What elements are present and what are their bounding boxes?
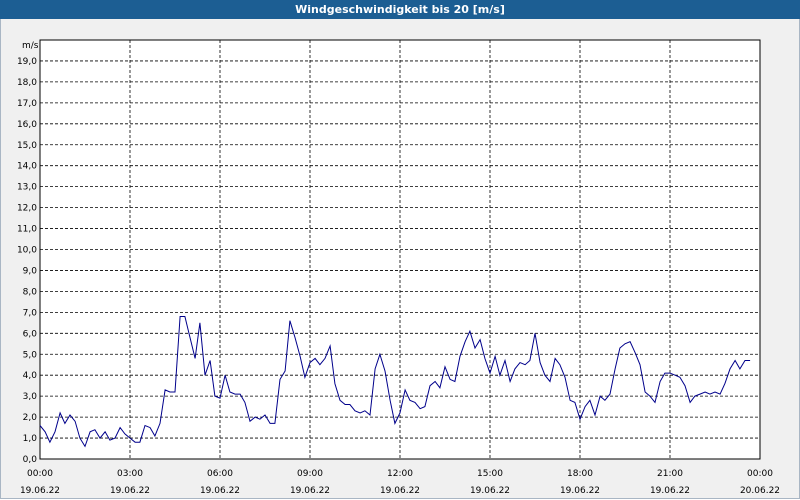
x-tick-time-label: 18:00 [567,469,593,479]
x-tick-labels: 00:00 19.06.22 03:00 19.06.22 06:00 19.06.22 0… [20,469,780,496]
y-tick-label: 9,0 [23,266,38,276]
x-tick-date-label: 19.06.22 [560,486,600,496]
wind-speed-chart: 0,0 1,0 2,0 3,0 4,0 5,0 6,0 7,0 8,0 9,0 10,0 11,0 12… [17,39,780,496]
y-tick-label: 11,0 [17,225,37,235]
x-tick-date-label: 19.06.22 [110,486,150,496]
x-tick-date-label: 19.06.22 [200,486,240,496]
y-tick-label: 0,0 [23,455,38,465]
x-tick-time-label: 21:00 [657,469,683,479]
x-tick-date-label: 19.06.22 [380,486,420,496]
x-tick-time-label: 12:00 [387,469,413,479]
y-tick-label: 19,0 [17,57,37,67]
y-tick-label: 1,0 [23,434,38,444]
x-tick-time-label: 06:00 [207,469,233,479]
y-tick-label: 17,0 [17,99,37,109]
y-tick-label: 6,0 [23,329,38,339]
x-tick-date-label: 19.06.22 [20,486,60,496]
y-tick-label: 10,0 [17,246,37,256]
x-tick-date-label: 19.06.22 [290,486,330,496]
y-tick-label: 3,0 [23,392,38,402]
y-tick-label: 12,0 [17,204,37,214]
x-tick-time-label: 03:00 [117,469,143,479]
y-tick-label: 4,0 [23,371,38,381]
y-tick-label: 18,0 [17,78,37,88]
y-tick-label: 14,0 [17,162,37,172]
x-tick-time-label: 15:00 [477,469,503,479]
x-tick-time-label: 09:00 [297,469,323,479]
y-tick-label: 15,0 [17,141,37,151]
x-tick-time-label: 00:00 [747,469,773,479]
x-tick-date-label: 19.06.22 [650,486,690,496]
y-tick-label: 16,0 [17,120,37,130]
y-axis-unit-label: m/s [22,41,39,51]
y-tick-label: 5,0 [23,350,38,360]
x-tick-date-label: 19.06.22 [470,486,510,496]
x-tick-time-label: 00:00 [27,469,53,479]
y-tick-label: 8,0 [23,287,38,297]
y-tick-label: 13,0 [17,183,37,193]
x-tick-date-label: 20.06.22 [740,486,780,496]
y-tick-labels: 0,0 1,0 2,0 3,0 4,0 5,0 6,0 7,0 8,0 9,0 10,0 11,0 12… [17,57,37,465]
y-tick-label: 7,0 [23,308,38,318]
y-tick-label: 2,0 [23,413,38,423]
